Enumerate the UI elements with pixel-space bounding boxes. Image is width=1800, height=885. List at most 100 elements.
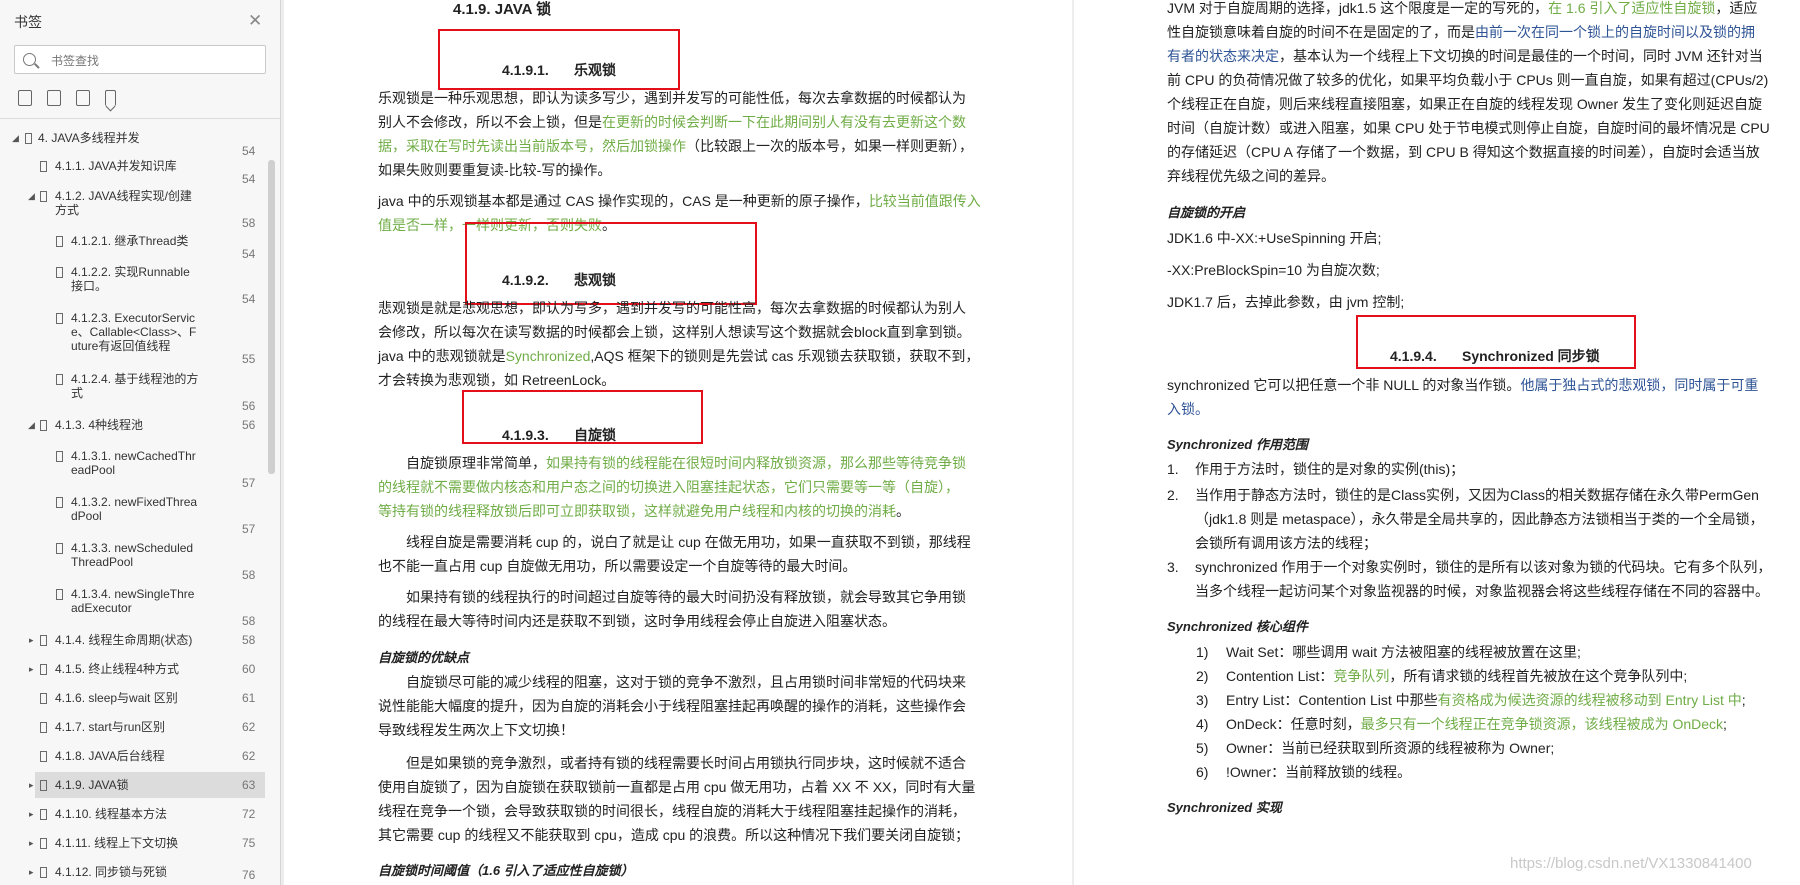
add-bookmark-icon[interactable] [76, 90, 90, 106]
expand-arrow-icon[interactable]: ◢ [12, 133, 19, 144]
bookmark-item-4-1-8[interactable]: 4.1.8. JAVA后台线程 62 [0, 748, 265, 774]
section-heading: 4.1.9. JAVA 锁 [453, 1, 552, 18]
text-span: Wait Set：哪些调用 wait 方法被阻塞的线程被放置在这里; [1226, 644, 1581, 660]
sidebar-scrollbar[interactable] [268, 160, 275, 474]
bookmark-item-4-1-2-1[interactable]: 4.1.2.1. 继承Thread类 54 [0, 233, 265, 261]
paragraph: 自旋锁原理非常简单，如果持有锁的线程能在很短时间内释放锁资源，那么那些等待竞争锁… [378, 451, 998, 523]
bookmark-icon [56, 543, 63, 554]
subheading-pros-cons: 自旋锁的优缺点 [378, 650, 470, 665]
bookmark-item-4-1-6[interactable]: 4.1.6. sleep与wait 区别 61 [0, 690, 265, 716]
bookmark-icon [40, 420, 47, 431]
bookmark-item-4-1-3-4[interactable]: 4.1.3.4. newSingleThre adExecutor 58 [0, 586, 265, 628]
list-text: OnDeck：任意时刻，最多只有一个线程正在竞争锁资源，该线程被成为 OnDec… [1226, 712, 1727, 736]
text-line: 的存储延迟（CPU A 存储了一个数据，到 CPU B 得知这个数据直接的时间差… [1167, 144, 1760, 160]
list-item: 6) !Owner：当前释放锁的线程。 [1196, 760, 1800, 784]
list-text: Entry List：Contention List 中那些有资格成为候选资源的… [1226, 688, 1746, 712]
text-line: 其它需要 cup 的线程又不能获取到 cpu，造成 cpu 的浪费。所以这种情况… [378, 827, 970, 843]
text-line: JDK1.6 中-XX:+UseSpinning 开启; [1167, 230, 1382, 246]
text-line: 乐观锁是一种乐观思想，即认为读多写少，遇到并发写的可能性低，每次去拿数据的时候都… [378, 90, 966, 106]
expand-arrow-icon[interactable]: ▸ [29, 635, 34, 646]
list-item: 2) Contention List：竞争队列，所有请求锁的线程首先被放在这个竞争… [1196, 664, 1800, 688]
bookmark-icon [40, 838, 47, 849]
annotation-box [465, 222, 757, 305]
bookmark-item-4-1-7[interactable]: 4.1.7. start与run区别 62 [0, 719, 265, 745]
expand-arrow-icon[interactable]: ▸ [29, 809, 34, 820]
bookmark-item-4-1-3-1[interactable]: 4.1.3.1. newCachedThr eadPool 57 [0, 448, 265, 490]
list-item: 2. 当作用于静态方法时，锁住的是Class实例，又因为Class的相关数据存储在… [1167, 483, 1787, 507]
expand-arrow-icon[interactable]: ▸ [29, 664, 34, 675]
bookmark-item-4-1-12[interactable]: ▸ 4.1.12. 同步锁与死锁 76 [0, 864, 265, 885]
bookmark-icon[interactable] [105, 90, 116, 106]
highlight-span: 有资格成为候选资源的线程被移动到 Entry List 中 [1437, 692, 1742, 708]
bookmark-icon [40, 867, 47, 878]
bookmark-icon [56, 451, 63, 462]
bookmark-label: 4.1.2.1. 继承Thread类 [71, 234, 189, 248]
heading-text: 乐观锁 [574, 62, 616, 78]
expand-arrow-icon[interactable]: ◢ [28, 420, 35, 431]
heading-synchronized: 4.1.9.4. Synchronized 同步锁 [1390, 346, 1600, 366]
list-number: 5) [1196, 740, 1209, 756]
bookmark-page: 62 [242, 720, 256, 734]
bookmark-search-box[interactable] [14, 45, 266, 74]
bookmark-search-input[interactable] [49, 50, 263, 71]
text-span: 自旋锁原理非常简单， [406, 455, 546, 471]
search-icon [23, 53, 36, 66]
bookmark-item-4-1-2[interactable]: ◢ 4.1.2. JAVA线程实现/创建 方式 58 [0, 188, 265, 230]
bookmark-icon [25, 133, 32, 144]
text-line: 性自旋锁意味着自旋的时间不在是固定的了，而是由前一次在同一个锁上的自旋时间以及锁… [1167, 20, 1787, 44]
bookmark-icon [56, 313, 63, 324]
bookmark-item-4-1-2-4[interactable]: 4.1.2.4. 基于线程池的方 式 56 [0, 371, 265, 413]
bookmark-item-4-1-1[interactable]: 4.1.1. JAVA并发知识库 54 [0, 158, 265, 186]
text-line: 才会转换为悲观锁，如 RetreenLock。 [378, 372, 616, 388]
expand-all-icon[interactable] [18, 90, 32, 106]
expand-arrow-icon[interactable]: ▸ [29, 838, 34, 849]
close-icon[interactable]: ✕ [248, 11, 262, 31]
highlight-span-blue: 他属于独占式的悲观锁，同时属于可重 [1520, 377, 1759, 393]
text-span: 性自旋锁意味着自旋的时间不在是固定的了，而是 [1167, 24, 1475, 40]
highlight-span: 如果持有锁的线程能在很短时间内释放锁资源，那么那些等待竞争锁 [546, 455, 966, 471]
document-view[interactable]: 4.1.9. JAVA 锁 4.1.9.1. 乐观锁 乐观锁是一种乐观思想，即认为… [281, 0, 1800, 885]
collapse-all-icon[interactable] [47, 90, 61, 106]
bookmark-item-4-1-5[interactable]: ▸ 4.1.5. 终止线程4种方式 60 [0, 661, 265, 687]
expand-arrow-icon[interactable]: ▸ [29, 867, 34, 878]
highlight-span: 最多只有一个线程正在竞争锁资源，该线程被成为 OnDeck [1360, 716, 1724, 732]
bookmark-item-4-1-3[interactable]: ◢ 4.1.3. 4种线程池 56 [0, 417, 265, 443]
text-line: -XX:PreBlockSpin=10 为自旋次数; [1167, 262, 1380, 278]
bookmark-item-4-1-3-3[interactable]: 4.1.3.3. newScheduled ThreadPool 58 [0, 540, 265, 582]
bookmark-label-line2: 接口。 [71, 279, 108, 293]
bookmark-item-4-1-3-2[interactable]: 4.1.3.2. newFixedThrea dPool 57 [0, 494, 265, 536]
bookmark-item-4-1-9[interactable]: ▸ 4.1.9. JAVA锁 63 [0, 772, 265, 803]
text-span: Entry List：Contention List 中那些 [1226, 692, 1438, 708]
text-line: java 中的乐观锁基本都是通过 CAS 操作实现的，CAS 是一种更新的原子操… [378, 189, 998, 213]
bookmark-label: 4.1.3.3. newScheduled [71, 541, 194, 555]
text-span: 别人不会修改，所以不会上锁，但是 [378, 114, 602, 130]
text-span: Contention List： [1226, 668, 1334, 684]
bookmark-label: 4.1.3. 4种线程池 [55, 418, 144, 432]
list-item: 会锁所有调用该方法的线程； [1167, 531, 1787, 555]
expand-arrow-icon[interactable]: ▸ [29, 780, 34, 791]
bookmark-item-4[interactable]: ◢ 4. JAVA多线程并发 54 [0, 130, 265, 158]
bookmark-item-4-1-10[interactable]: ▸ 4.1.10. 线程基本方法 72 [0, 806, 265, 832]
bookmark-item-4-1-4[interactable]: ▸ 4.1.4. 线程生命周期(状态) 58 [0, 632, 265, 658]
text-span: java 中的悲观锁就是 [378, 348, 506, 364]
highlight-span: 竞争队列 [1333, 668, 1390, 684]
list-number: 3. [1167, 559, 1179, 575]
bookmark-label: 4.1.2. JAVA线程实现/创建 [55, 189, 192, 203]
list-text: 会锁所有调用该方法的线程； [1195, 535, 1377, 551]
expand-arrow-icon[interactable]: ◢ [28, 191, 35, 202]
list-item: 当多个线程一起访问某个对象监视器的时候，对象监视器会将这些线程存储在不同的容器中… [1167, 579, 1787, 603]
list-number: 1) [1196, 644, 1209, 660]
text-line: 个线程正在自旋，则后来线程直接阻塞，如果正在自旋的线程发现 Owner 发生了变… [1167, 96, 1763, 112]
list-text: synchronized 作用于一个对象实例时，锁住的是所有以该对象为锁的代码块… [1195, 559, 1772, 575]
bookmark-item-4-1-2-3[interactable]: 4.1.2.3. ExecutorServic e、Callable<Class… [0, 310, 265, 366]
bookmark-item-4-1-2-2[interactable]: 4.1.2.2. 实现Runnable 接口。 54 [0, 264, 265, 306]
bookmark-item-4-1-11[interactable]: ▸ 4.1.11. 线程上下文切换 75 [0, 835, 265, 861]
paragraph: 悲观锁是就是悲观思想，即认为写多，遇到并发写的可能性高，每次去拿数据的时候都认为… [378, 296, 998, 392]
bookmark-icon [40, 722, 47, 733]
paragraph: 如果持有锁的线程执行的时间超过自旋等待的最大时间扔没有释放锁，就会导致其它争用锁… [378, 585, 998, 633]
bookmark-label: 4.1.2.3. ExecutorServic [71, 311, 196, 325]
bookmark-label: 4.1.12. 同步锁与死锁 [55, 865, 168, 879]
text-line: 自旋锁尽可能的减少线程的阻塞，这对于锁的竞争不激烈，且占用锁时间非常短的代码块来 [406, 674, 966, 690]
bookmark-page: 72 [242, 807, 256, 821]
highlight-span: 据，采取在写时先读出当前版本号，然后加锁操作 [378, 138, 686, 154]
